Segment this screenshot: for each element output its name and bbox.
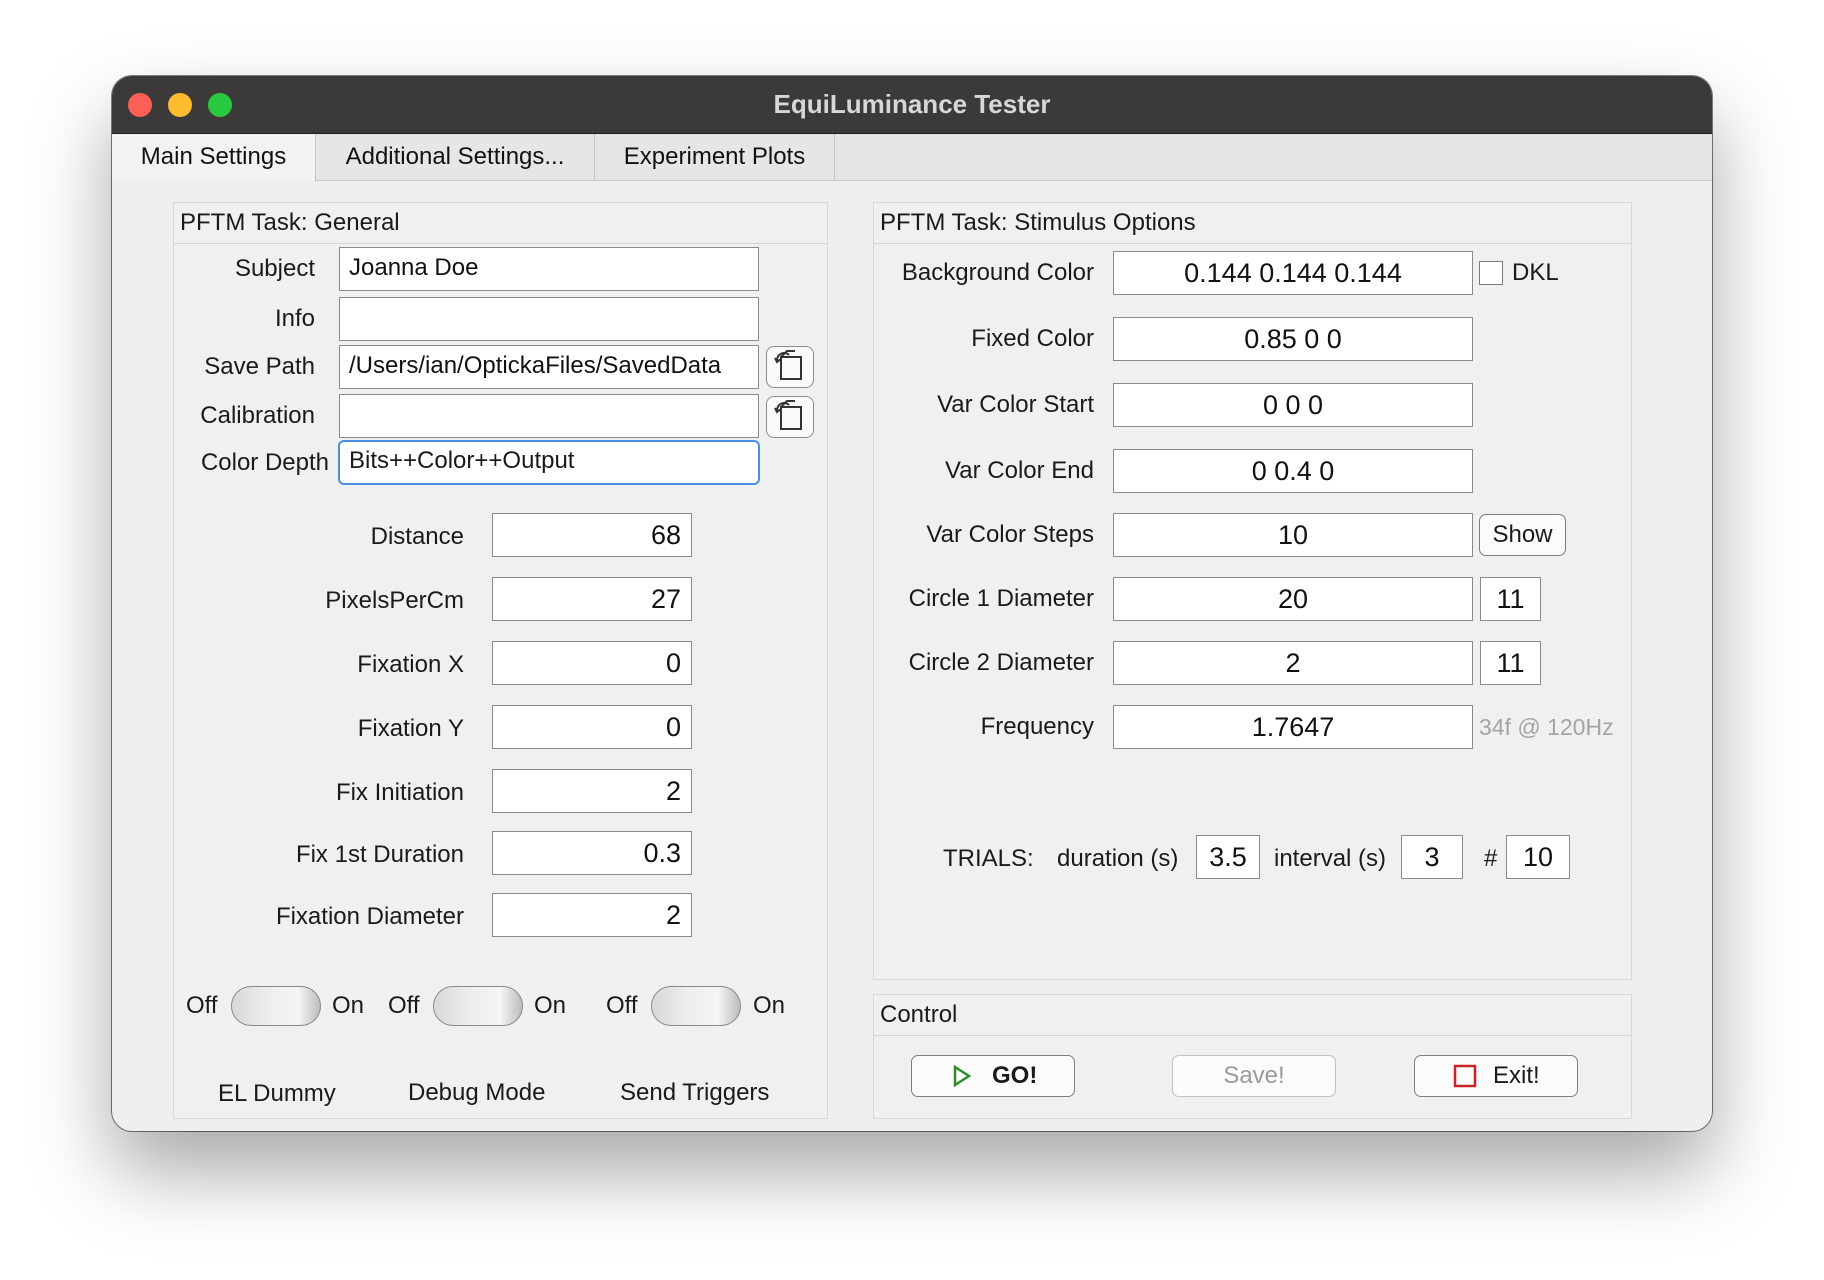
circle-1-diameter-input[interactable]: 20	[1113, 577, 1473, 621]
var-color-start-input[interactable]: 0 0 0	[1113, 383, 1473, 427]
el-dummy-switch[interactable]	[231, 986, 321, 1026]
trial-count-input[interactable]: 10	[1506, 835, 1570, 879]
var-color-end-input[interactable]: 0 0.4 0	[1113, 449, 1473, 493]
subject-input[interactable]: Joanna Doe	[339, 247, 759, 291]
pixels-per-cm-input[interactable]: 27	[492, 577, 692, 621]
exit-button[interactable]: Exit!	[1414, 1055, 1578, 1097]
fixation-x-input[interactable]: 0	[492, 641, 692, 685]
go-label: GO!	[992, 1062, 1038, 1089]
trial-count-label: #	[1484, 845, 1498, 872]
dkl-checkbox[interactable]	[1479, 261, 1503, 285]
fixation-diameter-input[interactable]: 2	[492, 893, 692, 937]
browse-save-path-button[interactable]	[766, 346, 814, 388]
fix-first-duration-input[interactable]: 0.3	[492, 831, 692, 875]
var-color-end-label: Var Color End	[945, 457, 1094, 484]
frequency-label: Frequency	[980, 713, 1094, 740]
fixation-diameter-label: Fixation Diameter	[275, 903, 464, 930]
save-button[interactable]: Save!	[1172, 1055, 1336, 1097]
exit-label: Exit!	[1493, 1062, 1540, 1089]
trials-label: TRIALS:	[943, 845, 1034, 872]
debug-mode-switch[interactable]	[433, 986, 523, 1026]
folder-open-icon	[774, 350, 802, 380]
title-bar: EquiLuminance Tester	[112, 76, 1712, 134]
fixation-y-input[interactable]: 0	[492, 705, 692, 749]
fix-initiation-label: Fix Initiation	[335, 779, 464, 806]
send-triggers-off-label: Off	[606, 992, 638, 1019]
control-panel-title: Control	[880, 1001, 958, 1028]
color-depth-value: Bits++Color++Output	[349, 447, 575, 474]
browse-calibration-button[interactable]	[766, 396, 814, 438]
subject-label: Subject	[234, 255, 315, 282]
info-label: Info	[274, 305, 315, 332]
save-path-label: Save Path	[204, 353, 315, 380]
trial-duration-input[interactable]: 3.5	[1196, 835, 1260, 879]
el-dummy-off-label: Off	[186, 992, 218, 1019]
tab-main-settings[interactable]: Main Settings	[112, 134, 316, 181]
tab-bar: Main Settings Additional Settings... Exp…	[112, 134, 1712, 181]
general-panel: PFTM Task: General Subject Joanna Doe In…	[173, 202, 828, 1119]
stimulus-panel: PFTM Task: Stimulus Options Background C…	[873, 202, 1632, 980]
send-triggers-on-label: On	[753, 992, 786, 1019]
fix-initiation-input[interactable]: 2	[492, 769, 692, 813]
distance-input[interactable]: 68	[492, 513, 692, 557]
calibration-label: Calibration	[200, 402, 315, 429]
send-triggers-label: Send Triggers	[620, 1079, 770, 1106]
var-color-steps-input[interactable]: 10	[1113, 513, 1473, 557]
trial-interval-input[interactable]: 3	[1401, 835, 1463, 879]
var-color-start-label: Var Color Start	[937, 391, 1094, 418]
background-color-input[interactable]: 0.144 0.144 0.144	[1113, 251, 1473, 295]
general-panel-title: PFTM Task: General	[180, 209, 400, 236]
fixation-x-label: Fixation X	[357, 651, 464, 678]
tab-experiment-plots[interactable]: Experiment Plots	[595, 134, 835, 180]
send-triggers-switch[interactable]	[651, 986, 741, 1026]
var-color-steps-label: Var Color Steps	[926, 521, 1094, 548]
control-panel: Control GO! Save! Exit!	[873, 994, 1632, 1119]
el-dummy-on-label: On	[332, 992, 365, 1019]
el-dummy-label: EL Dummy	[218, 1080, 336, 1107]
pixels-per-cm-label: PixelsPerCm	[325, 587, 464, 614]
circle-2-diameter-input[interactable]: 2	[1113, 641, 1473, 685]
play-icon	[953, 1065, 972, 1087]
tab-additional-settings[interactable]: Additional Settings...	[316, 134, 595, 180]
trial-interval-label: interval (s)	[1274, 845, 1387, 872]
calibration-input[interactable]	[339, 394, 759, 438]
info-input[interactable]	[339, 297, 759, 341]
go-button[interactable]: GO!	[911, 1055, 1075, 1097]
circle-1-extra-input[interactable]: 11	[1480, 577, 1541, 621]
debug-mode-on-label: On	[534, 992, 567, 1019]
fixed-color-label: Fixed Color	[971, 325, 1094, 352]
trial-duration-label: duration (s)	[1057, 845, 1179, 872]
stop-icon	[1453, 1064, 1477, 1088]
folder-open-icon	[774, 400, 802, 430]
background-color-label: Background Color	[901, 259, 1094, 286]
save-path-input[interactable]: /Users/ian/OptickaFiles/SavedData	[339, 345, 759, 389]
dkl-label: DKL	[1512, 259, 1559, 286]
debug-mode-label: Debug Mode	[408, 1079, 546, 1106]
app-window: EquiLuminance Tester Main Settings Addit…	[112, 76, 1712, 1131]
show-steps-button[interactable]: Show	[1479, 514, 1566, 556]
window-title: EquiLuminance Tester	[773, 89, 1051, 119]
stimulus-panel-title: PFTM Task: Stimulus Options	[880, 209, 1196, 236]
distance-label: Distance	[370, 523, 464, 550]
frequency-hint: 34f @ 120Hz	[1479, 714, 1614, 740]
color-depth-select[interactable]: Bits++Color++Output	[338, 440, 760, 485]
circle-2-extra-input[interactable]: 11	[1480, 641, 1541, 685]
color-depth-label: Color Depth	[200, 449, 329, 476]
frequency-input[interactable]: 1.7647	[1113, 705, 1473, 749]
fixation-y-label: Fixation Y	[357, 715, 464, 742]
fixed-color-input[interactable]: 0.85 0 0	[1113, 317, 1473, 361]
circle-1-diameter-label: Circle 1 Diameter	[908, 585, 1094, 612]
fix-first-duration-label: Fix 1st Duration	[295, 841, 464, 868]
debug-mode-off-label: Off	[388, 992, 420, 1019]
circle-2-diameter-label: Circle 2 Diameter	[908, 649, 1094, 676]
